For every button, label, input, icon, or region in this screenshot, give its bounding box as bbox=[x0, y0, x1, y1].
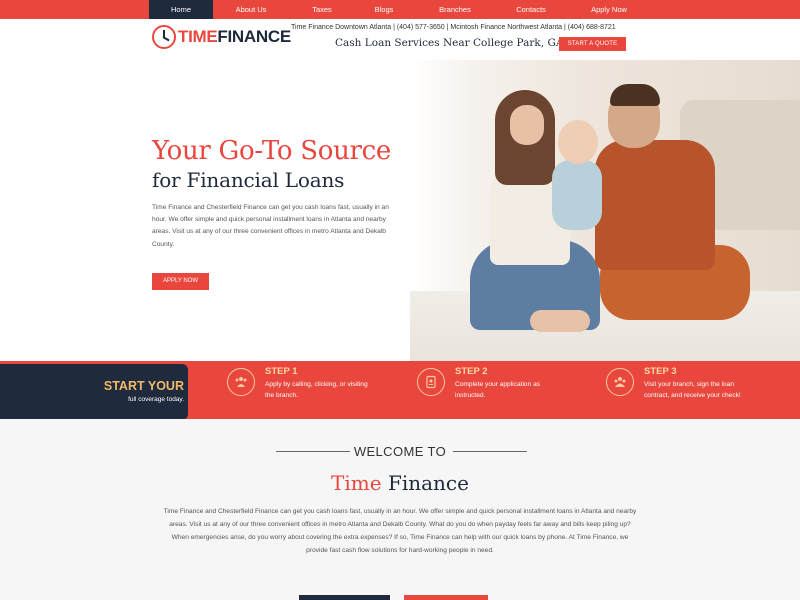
welcome-brand: Time Finance bbox=[0, 471, 800, 495]
brand-finance: Finance bbox=[387, 471, 469, 495]
start-quote-button[interactable]: START A QUOTE bbox=[559, 37, 626, 51]
hero-subtitle: for Financial Loans bbox=[152, 168, 345, 192]
nav-contacts[interactable]: Contacts bbox=[499, 0, 563, 19]
nav-branches[interactable]: Branches bbox=[423, 0, 487, 19]
brand-time: Time bbox=[331, 471, 382, 495]
hero-description: Time Finance and Chesterfield Finance ca… bbox=[152, 204, 389, 248]
red-button[interactable] bbox=[404, 595, 488, 600]
step-1-desc: Apply by calling, clicking, or visiting … bbox=[265, 381, 368, 399]
welcome-heading: WELCOME TO bbox=[353, 444, 447, 459]
nav-home[interactable]: Home bbox=[149, 0, 213, 19]
hero-section: Your Go-To Source for Financial Loans Ti… bbox=[0, 60, 800, 361]
people-icon bbox=[227, 368, 255, 396]
group-icon bbox=[606, 368, 634, 396]
document-icon bbox=[417, 368, 445, 396]
steps-strip: START YOUR full coverage today. STEP 1 A… bbox=[0, 361, 800, 420]
step-1-label: STEP 1 bbox=[265, 366, 298, 377]
branch-contacts: Time Finance Downtown Atlanta | (404) 57… bbox=[291, 24, 616, 31]
start-title: START YOUR bbox=[103, 379, 184, 393]
nav-about-us[interactable]: About Us bbox=[219, 0, 283, 19]
top-nav: Home About Us Taxes Blogs Branches Conta… bbox=[0, 0, 800, 19]
dark-button[interactable] bbox=[299, 595, 390, 600]
step-3-desc: Visit your branch, sign the loan contrac… bbox=[644, 381, 741, 399]
welcome-section: WELCOME TO Time Finance Time Finance and… bbox=[0, 419, 800, 600]
step-2-desc: Complete your application as instructed. bbox=[455, 381, 541, 399]
step-3-label: STEP 3 bbox=[644, 366, 677, 377]
tagline: Cash Loan Services Near College Park, GA bbox=[335, 37, 564, 49]
clock-icon bbox=[152, 25, 176, 49]
welcome-text: Time Finance and Chesterfield Finance ca… bbox=[163, 508, 637, 554]
nav-taxes[interactable]: Taxes bbox=[290, 0, 354, 19]
nav-blogs[interactable]: Blogs bbox=[352, 0, 416, 19]
hero-title: Your Go-To Source bbox=[152, 136, 392, 166]
start-subtitle: full coverage today. bbox=[128, 396, 184, 403]
logo-time: TIME bbox=[178, 27, 218, 46]
step-1: STEP 1 Apply by calling, clicking, or vi… bbox=[227, 361, 387, 419]
family-photo bbox=[410, 60, 800, 361]
apply-now-button[interactable]: APPLY NOW bbox=[152, 273, 209, 290]
nav-apply-now[interactable]: Apply Now bbox=[577, 0, 641, 19]
logo-finance: FINANCE bbox=[217, 27, 291, 46]
step-2-label: STEP 2 bbox=[455, 366, 488, 377]
logo[interactable]: TIME FINANCE bbox=[152, 24, 291, 50]
start-your-box: START YOUR full coverage today. bbox=[0, 364, 188, 420]
step-2: STEP 2 Complete your application as inst… bbox=[417, 361, 577, 419]
step-3: STEP 3 Visit your branch, sign the loan … bbox=[606, 361, 766, 419]
